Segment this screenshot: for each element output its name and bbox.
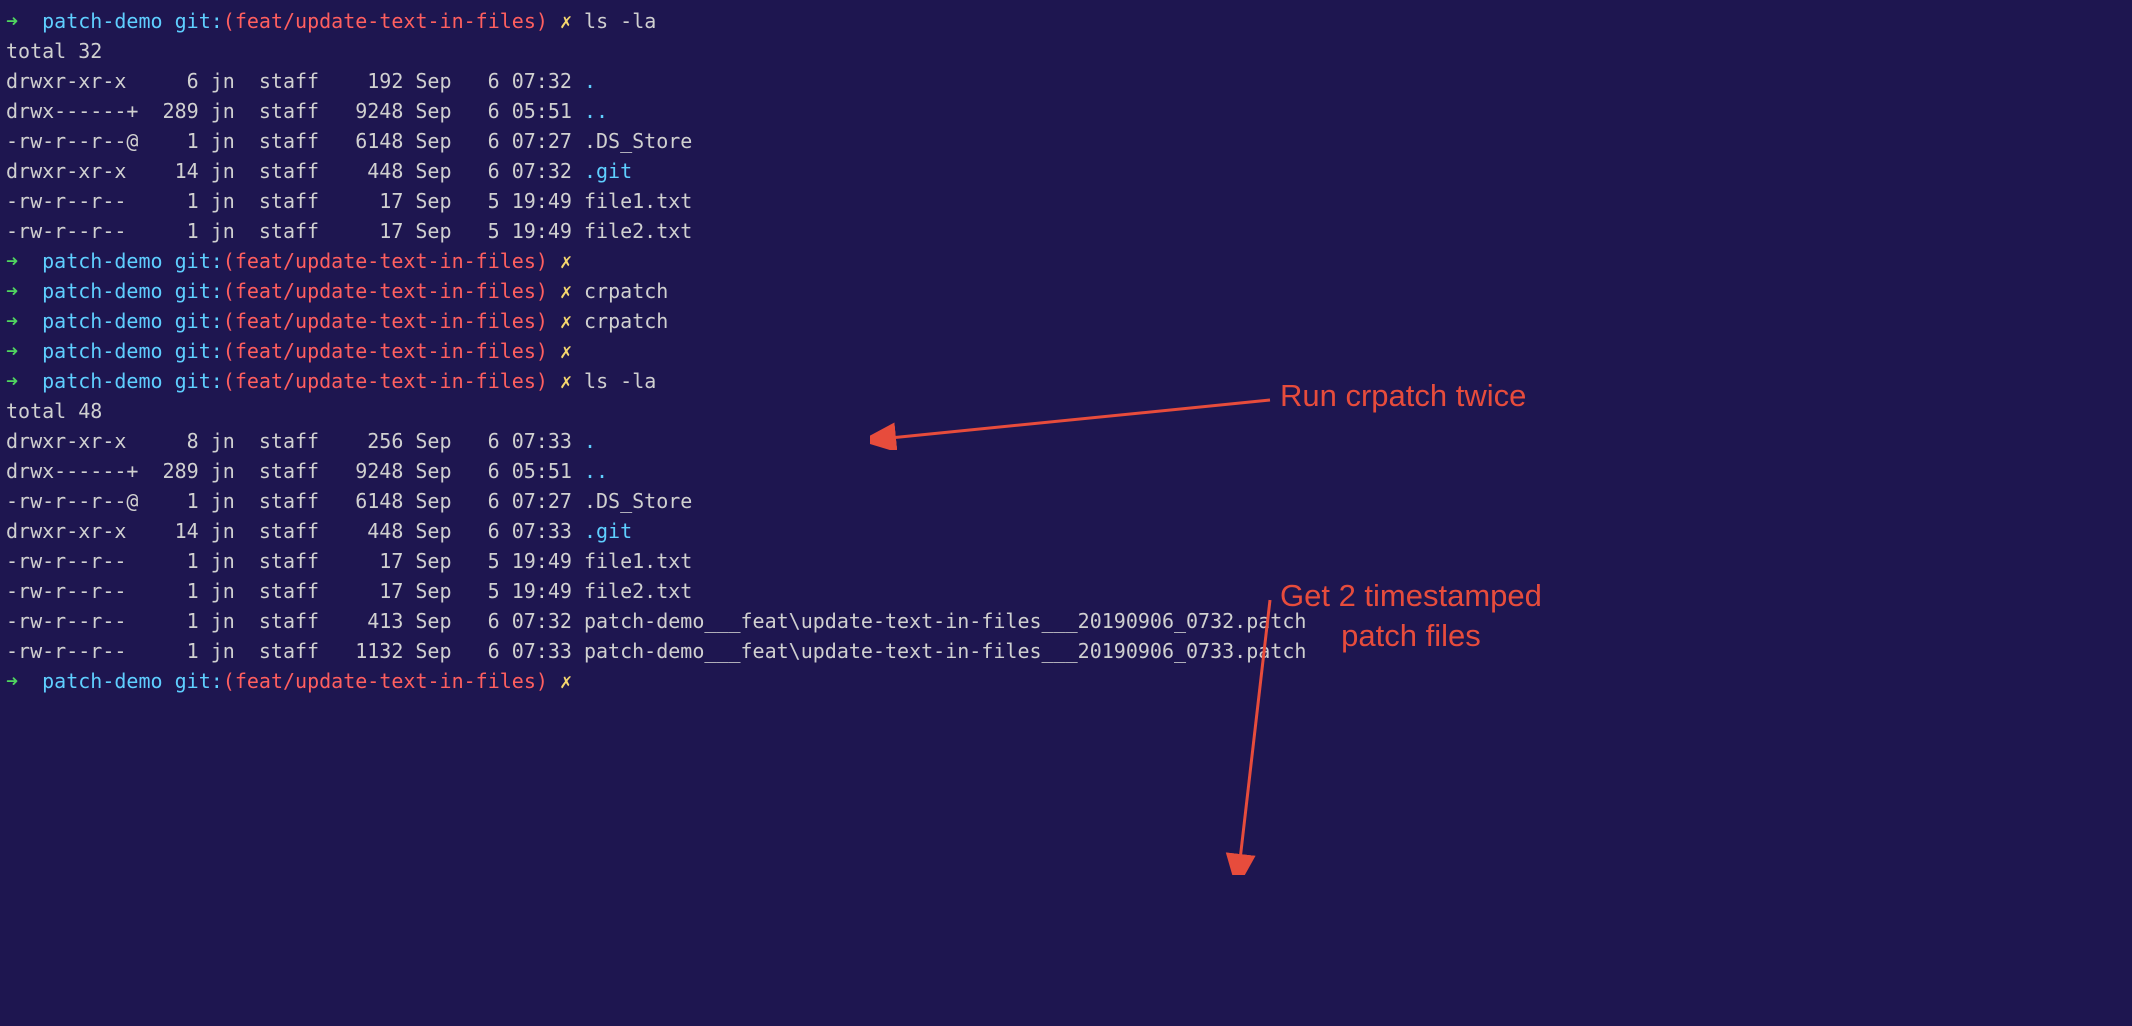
prompt-paren-close: ) — [536, 669, 548, 693]
command-text: ls -la — [584, 9, 656, 33]
prompt-branch: feat/update-text-in-files — [235, 669, 536, 693]
prompt-git-label: git: — [175, 309, 223, 333]
prompt-branch: feat/update-text-in-files — [235, 9, 536, 33]
listing-row: drwxr-xr-x 8 jn staff 256 Sep 6 07:33 . — [6, 426, 2126, 456]
listing-row: -rw-r--r--@ 1 jn staff 6148 Sep 6 07:27 … — [6, 486, 2126, 516]
command-text: ls -la — [584, 369, 656, 393]
filename: patch-demo___feat\update-text-in-files__… — [584, 639, 1306, 663]
filename: . — [584, 429, 596, 453]
prompt-line: ➜ patch-demo git:(feat/update-text-in-fi… — [6, 276, 2126, 306]
command-text: crpatch — [584, 279, 668, 303]
prompt-directory: patch-demo — [42, 309, 162, 333]
prompt-paren-open: ( — [223, 249, 235, 273]
prompt-paren-open: ( — [223, 279, 235, 303]
listing-total: total 32 — [6, 36, 2126, 66]
prompt-arrow-icon: ➜ — [6, 309, 18, 333]
prompt-dirty-icon: ✗ — [560, 339, 572, 363]
filename: file2.txt — [584, 219, 692, 243]
prompt-paren-open: ( — [223, 339, 235, 363]
filename: patch-demo___feat\update-text-in-files__… — [584, 609, 1306, 633]
prompt-arrow-icon: ➜ — [6, 249, 18, 273]
prompt-dirty-icon: ✗ — [560, 669, 572, 693]
prompt-line: ➜ patch-demo git:(feat/update-text-in-fi… — [6, 6, 2126, 36]
prompt-arrow-icon: ➜ — [6, 339, 18, 363]
filename: .DS_Store — [584, 489, 692, 513]
prompt-paren-close: ) — [536, 309, 548, 333]
filename: file1.txt — [584, 189, 692, 213]
prompt-line: ➜ patch-demo git:(feat/update-text-in-fi… — [6, 336, 2126, 366]
filename: .git — [584, 519, 632, 543]
listing-row: -rw-r--r--@ 1 jn staff 6148 Sep 6 07:27 … — [6, 126, 2126, 156]
prompt-directory: patch-demo — [42, 9, 162, 33]
filename: .DS_Store — [584, 129, 692, 153]
listing-row: -rw-r--r-- 1 jn staff 1132 Sep 6 07:33 p… — [6, 636, 2126, 666]
prompt-paren-close: ) — [536, 249, 548, 273]
filename: file1.txt — [584, 549, 692, 573]
prompt-git-label: git: — [175, 669, 223, 693]
filename: .. — [584, 99, 608, 123]
listing-row: drwx------+ 289 jn staff 9248 Sep 6 05:5… — [6, 96, 2126, 126]
prompt-paren-open: ( — [223, 369, 235, 393]
listing-row: -rw-r--r-- 1 jn staff 17 Sep 5 19:49 fil… — [6, 216, 2126, 246]
terminal-output[interactable]: ➜ patch-demo git:(feat/update-text-in-fi… — [6, 6, 2126, 696]
listing-row: drwxr-xr-x 6 jn staff 192 Sep 6 07:32 . — [6, 66, 2126, 96]
prompt-paren-close: ) — [536, 9, 548, 33]
prompt-paren-close: ) — [536, 369, 548, 393]
listing-row: drwx------+ 289 jn staff 9248 Sep 6 05:5… — [6, 456, 2126, 486]
prompt-arrow-icon: ➜ — [6, 279, 18, 303]
prompt-line: ➜ patch-demo git:(feat/update-text-in-fi… — [6, 666, 2126, 696]
prompt-git-label: git: — [175, 9, 223, 33]
listing-row: -rw-r--r-- 1 jn staff 17 Sep 5 19:49 fil… — [6, 546, 2126, 576]
prompt-git-label: git: — [175, 249, 223, 273]
prompt-dirty-icon: ✗ — [560, 369, 572, 393]
listing-row: drwxr-xr-x 14 jn staff 448 Sep 6 07:33 .… — [6, 516, 2126, 546]
prompt-branch: feat/update-text-in-files — [235, 249, 536, 273]
prompt-arrow-icon: ➜ — [6, 369, 18, 393]
command-text: crpatch — [584, 309, 668, 333]
prompt-paren-open: ( — [223, 9, 235, 33]
annotation-line-1: Get 2 timestamped — [1280, 578, 1542, 613]
prompt-directory: patch-demo — [42, 369, 162, 393]
annotation-line-2: patch files — [1341, 618, 1481, 653]
annotation-patch-files: Get 2 timestamped patch files — [1280, 576, 1542, 657]
prompt-line: ➜ patch-demo git:(feat/update-text-in-fi… — [6, 306, 2126, 336]
prompt-directory: patch-demo — [42, 249, 162, 273]
listing-total: total 48 — [6, 396, 2126, 426]
prompt-arrow-icon: ➜ — [6, 9, 18, 33]
filename: .. — [584, 459, 608, 483]
prompt-paren-open: ( — [223, 309, 235, 333]
prompt-git-label: git: — [175, 369, 223, 393]
prompt-git-label: git: — [175, 339, 223, 363]
filename: . — [584, 69, 596, 93]
listing-row: -rw-r--r-- 1 jn staff 413 Sep 6 07:32 pa… — [6, 606, 2126, 636]
annotation-run-crpatch: Run crpatch twice — [1280, 373, 1526, 420]
prompt-dirty-icon: ✗ — [560, 9, 572, 33]
prompt-paren-open: ( — [223, 669, 235, 693]
prompt-branch: feat/update-text-in-files — [235, 369, 536, 393]
prompt-line: ➜ patch-demo git:(feat/update-text-in-fi… — [6, 366, 2126, 396]
prompt-paren-close: ) — [536, 279, 548, 303]
prompt-git-label: git: — [175, 279, 223, 303]
filename: file2.txt — [584, 579, 692, 603]
prompt-branch: feat/update-text-in-files — [235, 279, 536, 303]
prompt-directory: patch-demo — [42, 339, 162, 363]
prompt-branch: feat/update-text-in-files — [235, 309, 536, 333]
prompt-paren-close: ) — [536, 339, 548, 363]
listing-row: drwxr-xr-x 14 jn staff 448 Sep 6 07:32 .… — [6, 156, 2126, 186]
prompt-directory: patch-demo — [42, 279, 162, 303]
prompt-line: ➜ patch-demo git:(feat/update-text-in-fi… — [6, 246, 2126, 276]
filename: .git — [584, 159, 632, 183]
prompt-dirty-icon: ✗ — [560, 309, 572, 333]
prompt-directory: patch-demo — [42, 669, 162, 693]
listing-row: -rw-r--r-- 1 jn staff 17 Sep 5 19:49 fil… — [6, 576, 2126, 606]
prompt-dirty-icon: ✗ — [560, 279, 572, 303]
listing-row: -rw-r--r-- 1 jn staff 17 Sep 5 19:49 fil… — [6, 186, 2126, 216]
prompt-arrow-icon: ➜ — [6, 669, 18, 693]
prompt-dirty-icon: ✗ — [560, 249, 572, 273]
prompt-branch: feat/update-text-in-files — [235, 339, 536, 363]
